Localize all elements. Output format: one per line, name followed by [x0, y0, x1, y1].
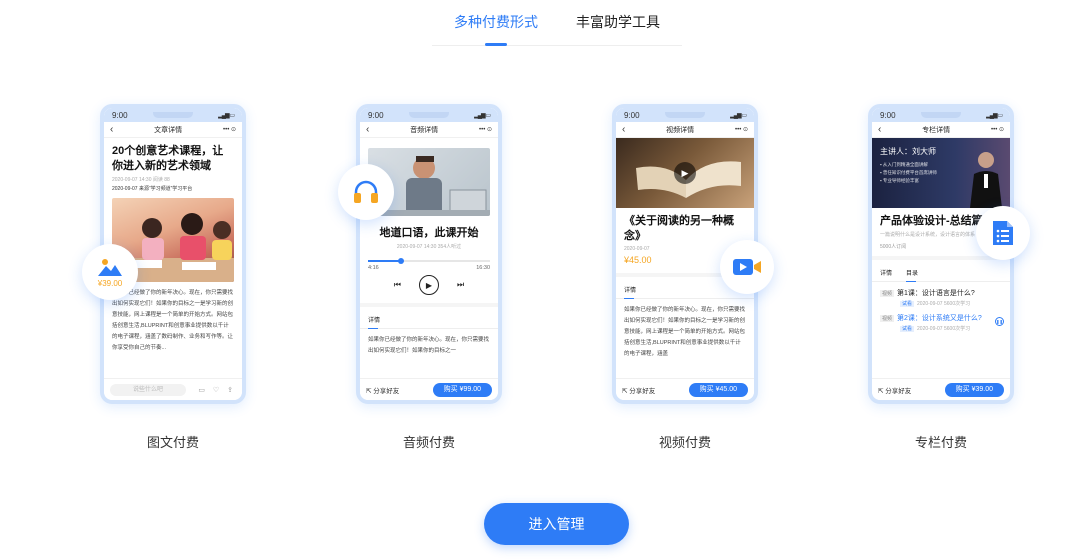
- lesson-item[interactable]: 视频 第2课：设计系统又是什么? 试看 2020-09-07 5600次学习 ❚❚: [872, 307, 1010, 332]
- speaker-portrait: [970, 152, 1002, 208]
- audio-title: 地道口语，此课开始: [379, 227, 479, 239]
- status-bar: 9:00 ▂▄▆ ▭: [360, 108, 498, 122]
- tab-toc[interactable]: 目录: [906, 268, 918, 282]
- label-article-payment: 图文付费: [146, 435, 199, 450]
- status-bar: 9:00 ▂▄▆ ▭: [616, 108, 754, 122]
- audio-progress-knob[interactable]: [397, 258, 404, 264]
- badge-document: [976, 206, 1030, 260]
- buy-button[interactable]: 购买 ¥45.00: [688, 382, 748, 397]
- enter-management-button[interactable]: 进入管理: [484, 503, 629, 545]
- lesson-item[interactable]: 视频 第1课：设计语言是什么? 试看 2020-09-07 5600次学习: [872, 282, 1010, 307]
- back-icon[interactable]: ‹: [110, 124, 113, 135]
- audio-progress-track[interactable]: [368, 258, 490, 264]
- comment-like-share-icons[interactable]: ▭ ♡ ⇪: [198, 386, 236, 394]
- badge-image: ¥39.00: [82, 244, 138, 300]
- back-icon[interactable]: ‹: [366, 124, 369, 135]
- video-title: 《关于阅读的另一种概念》: [624, 215, 734, 242]
- signal-icon: ▂▄▆ ▭: [986, 112, 1003, 119]
- column-banner: 主讲人：刘大师 ▪ 从入门到精通全面讲解 ▪ 曾任知识付费平台首席讲师 ▪ 专业…: [872, 138, 1010, 208]
- title-bar: ‹ 文章详情 ••• ⊙: [104, 122, 242, 138]
- share-button[interactable]: ⇱ 分享好友: [622, 385, 655, 395]
- buy-button[interactable]: 购买 ¥99.00: [432, 382, 492, 397]
- more-icon[interactable]: ••• ⊙: [735, 126, 748, 133]
- bottom-action-bar: ⇱ 分享好友 购买 ¥45.00: [616, 378, 754, 400]
- tab-detail[interactable]: 详情: [880, 268, 892, 281]
- status-bar: 9:00 ▂▄▆ ▭: [104, 108, 242, 122]
- label-column-payment: 专栏付费: [914, 435, 967, 450]
- signal-icon: ▂▄▆ ▭: [730, 112, 747, 119]
- label-audio-payment: 音频付费: [402, 435, 455, 450]
- badge-video: [720, 240, 774, 294]
- image-icon: [98, 258, 122, 276]
- signal-icon: ▂▄▆ ▭: [474, 112, 491, 119]
- signal-icon: ▂▄▆ ▭: [218, 112, 235, 119]
- tab-learning-tools[interactable]: 丰富助学工具: [576, 0, 660, 45]
- share-button[interactable]: ⇱ 分享好友: [366, 385, 399, 395]
- comment-input[interactable]: 说些什么吧: [110, 383, 186, 396]
- previous-icon[interactable]: ⏮: [394, 280, 401, 290]
- more-icon[interactable]: ••• ⊙: [991, 126, 1004, 133]
- buy-button[interactable]: 购买 ¥39.00: [944, 382, 1004, 397]
- pause-icon[interactable]: ❚❚: [995, 317, 1004, 326]
- label-video-payment: 视频付费: [658, 435, 711, 450]
- audio-controls: ⏮ ▶ ⏭: [360, 271, 498, 295]
- tab-bar: 多种付费形式 丰富助学工具: [432, 0, 682, 46]
- price-label: ¥39.00: [97, 278, 123, 288]
- headphones-icon: [354, 180, 378, 203]
- next-icon[interactable]: ⏭: [457, 280, 464, 290]
- tab-detail[interactable]: 详情: [368, 315, 380, 329]
- back-icon[interactable]: ‹: [622, 124, 625, 135]
- more-icon[interactable]: ••• ⊙: [479, 126, 492, 133]
- article-title: 20个创意艺术课程，让你进入新的艺术领域: [112, 145, 224, 172]
- document-list-icon: [993, 221, 1013, 245]
- tab-detail[interactable]: 详情: [624, 285, 636, 299]
- detail-tab-bar: 详情 目录: [872, 256, 1010, 282]
- status-bar: 9:00 ▂▄▆ ▭: [872, 108, 1010, 122]
- bottom-action-bar: 说些什么吧 ▭ ♡ ⇪: [104, 378, 242, 400]
- audio-progress-fill: [368, 260, 401, 262]
- tab-payment-types[interactable]: 多种付费形式: [454, 0, 538, 46]
- more-icon[interactable]: ••• ⊙: [223, 126, 236, 133]
- bottom-action-bar: ⇱ 分享好友 购买 ¥99.00: [360, 378, 498, 400]
- bottom-action-bar: ⇱ 分享好友 购买 ¥39.00: [872, 378, 1010, 400]
- play-icon[interactable]: ▶: [419, 275, 439, 295]
- badge-headphones: [338, 164, 394, 220]
- share-button[interactable]: ⇱ 分享好友: [878, 385, 911, 395]
- title-bar: ‹ 专栏详情 ••• ⊙: [872, 122, 1010, 138]
- title-bar: ‹ 视频详情 ••• ⊙: [616, 122, 754, 138]
- title-bar: ‹ 音频详情 ••• ⊙: [360, 122, 498, 138]
- video-camera-icon: [733, 259, 761, 275]
- play-icon[interactable]: ▶: [674, 162, 696, 184]
- phone-card-audio: 9:00 ▂▄▆ ▭ ‹ 音频详情 ••• ⊙ 地道口语，此课开始 2020-09-0…: [356, 104, 502, 404]
- back-icon[interactable]: ‹: [878, 124, 881, 135]
- detail-tab-bar: 详情: [360, 303, 498, 329]
- video-player[interactable]: ▶: [616, 138, 754, 208]
